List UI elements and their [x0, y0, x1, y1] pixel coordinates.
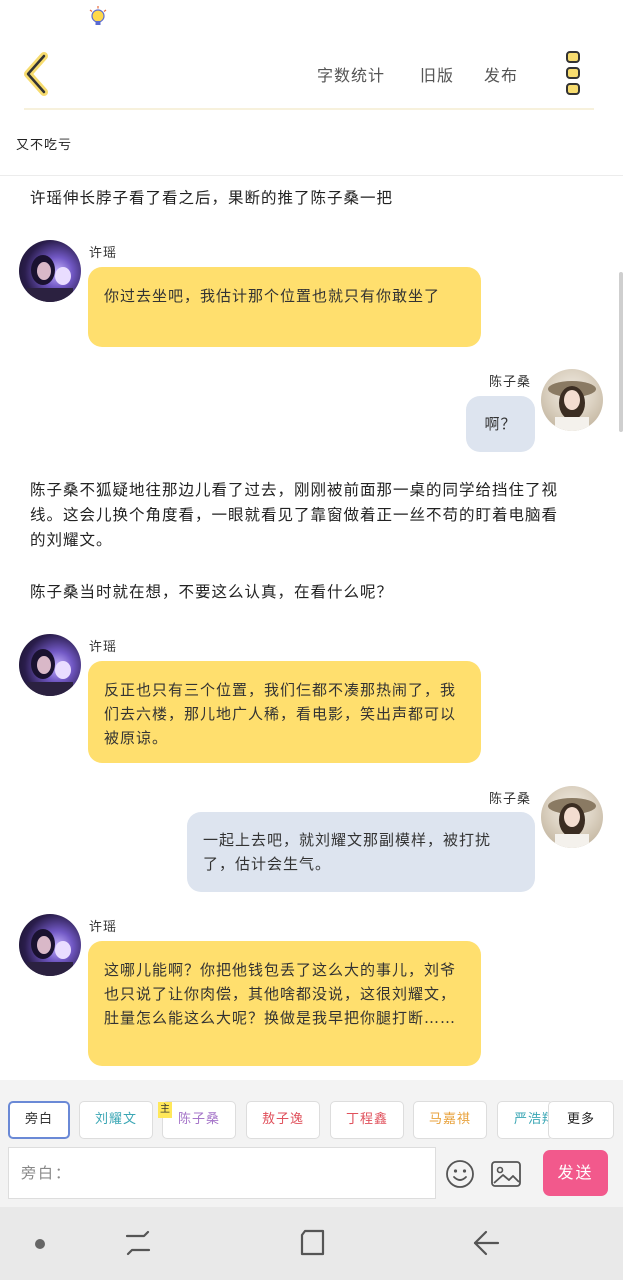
back-icon[interactable]	[470, 1227, 502, 1259]
scrollbar[interactable]	[619, 272, 623, 432]
chat-bubble-left[interactable]: 你过去坐吧，我估计那个位置也就只有你敢坐了	[88, 267, 481, 347]
back-arrow-icon[interactable]	[18, 52, 58, 96]
speaker-name: 陈子桑	[489, 375, 532, 390]
role-chip[interactable]: 马嘉祺	[413, 1101, 487, 1139]
system-nav-bar	[0, 1207, 623, 1280]
role-chip[interactable]: 丁程鑫	[330, 1101, 404, 1139]
avatar[interactable]	[19, 240, 81, 302]
more-menu-icon[interactable]	[560, 50, 586, 96]
avatar-portrait	[27, 649, 73, 696]
old-version-button[interactable]: 旧版	[420, 62, 454, 86]
chat-bubble-left[interactable]: 这哪儿能啊？你把他钱包丢了这么大的事儿，刘爷也只说了让你肉偿，其他啥都没说，这很…	[88, 941, 481, 1066]
avatar-portrait	[548, 381, 596, 431]
avatar[interactable]	[541, 786, 603, 848]
top-bar: 字数统计 旧版 发布	[0, 34, 623, 110]
recent-apps-icon[interactable]	[122, 1227, 154, 1259]
avatar[interactable]	[19, 634, 81, 696]
message-input[interactable]	[9, 1148, 435, 1198]
narration-text: 许瑶伸长脖子看了看之后，果断的推了陈子桑一把	[30, 189, 394, 207]
send-button[interactable]: 发送	[543, 1150, 608, 1196]
avatar[interactable]	[19, 914, 81, 976]
narration-text: 陈子桑当时就在想，不要这么认真，在看什么呢？	[30, 583, 394, 601]
narration-text: 陈子桑不狐疑地往那边儿看了过去，刚刚被前面那一桌的同学给挡住了视线。这会儿换个角…	[30, 481, 559, 549]
message-input-box	[8, 1147, 436, 1199]
main-role-badge: 主	[158, 1102, 172, 1118]
speaker-name: 许瑶	[89, 246, 118, 261]
publish-button[interactable]: 发布	[484, 62, 518, 86]
avatar-portrait	[548, 798, 596, 848]
status-bar	[0, 0, 623, 34]
role-chip-narrator[interactable]: 旁白	[8, 1101, 70, 1139]
word-count-button[interactable]: 字数统计	[317, 62, 385, 86]
nav-dot-icon[interactable]	[35, 1239, 45, 1249]
avatar-portrait	[27, 255, 73, 302]
role-chip[interactable]: 敖子逸	[246, 1101, 320, 1139]
lightbulb-icon	[89, 6, 107, 25]
role-chip[interactable]: 严浩翔	[497, 1101, 553, 1139]
chat-bubble-right[interactable]: 一起上去吧，就刘耀文那副模样，被打扰了，估计会生气。	[187, 812, 535, 892]
chat-bubble-left[interactable]: 反正也只有三个位置，我们仨都不凑那热闹了，我们去六楼，那儿地广人稀，看电影，笑出…	[88, 661, 481, 763]
compose-toolbar: 旁白 刘耀文 陈子桑 主 敖子逸 丁程鑫 马嘉祺 严浩翔 更多 发送	[0, 1080, 623, 1207]
image-icon[interactable]	[490, 1160, 522, 1188]
header-divider	[24, 108, 594, 110]
more-roles-button[interactable]: 更多	[548, 1101, 614, 1139]
avatar[interactable]	[541, 369, 603, 431]
home-icon[interactable]	[296, 1227, 328, 1259]
title-divider	[0, 175, 623, 176]
role-chip[interactable]: 刘耀文	[79, 1101, 153, 1139]
speaker-name: 许瑶	[89, 920, 118, 935]
emoji-icon[interactable]	[444, 1158, 476, 1190]
speaker-name: 许瑶	[89, 640, 118, 655]
speaker-name: 陈子桑	[489, 792, 532, 807]
avatar-portrait	[27, 929, 73, 976]
role-chip[interactable]: 陈子桑	[162, 1101, 236, 1139]
chapter-title[interactable]: 又不吃亏	[16, 134, 72, 153]
chat-bubble-right[interactable]: 啊？	[466, 396, 535, 452]
